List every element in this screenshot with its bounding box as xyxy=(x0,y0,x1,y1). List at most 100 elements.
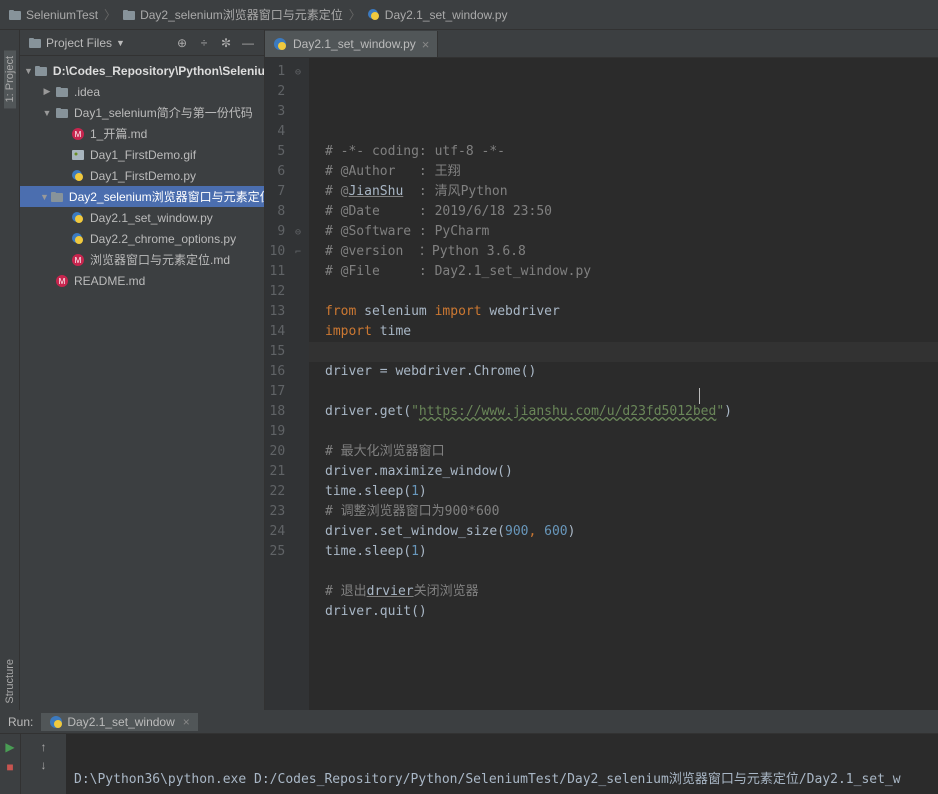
line-number[interactable]: 14 xyxy=(265,322,301,342)
line-number[interactable]: 9 ⊖ xyxy=(265,222,301,242)
code-line[interactable] xyxy=(325,422,938,442)
run-output[interactable]: D:\Python36\python.exe D:/Codes_Reposito… xyxy=(66,734,938,794)
line-number[interactable]: 18 xyxy=(265,402,301,422)
code-line[interactable]: # @Software : PyCharm xyxy=(325,222,938,242)
up-icon[interactable]: ↑ xyxy=(41,740,47,754)
tree-item-label: Day1_FirstDemo.py xyxy=(90,169,196,183)
tree-item[interactable]: Day2.1_set_window.py xyxy=(20,207,264,228)
tree-arrow-icon[interactable]: ▼ xyxy=(40,108,54,118)
line-number[interactable]: 15 xyxy=(265,342,301,362)
code-line[interactable]: driver = webdriver.Chrome() xyxy=(325,362,938,382)
tree-item[interactable]: Day2.2_chrome_options.py xyxy=(20,228,264,249)
code-line[interactable] xyxy=(325,382,938,402)
project-tree[interactable]: ▼D:\Codes_Repository\Python\Selenium▶.id… xyxy=(20,56,264,710)
tree-item[interactable]: M浏览器窗口与元素定位.md xyxy=(20,249,264,270)
code-line[interactable]: # 最大化浏览器窗口 xyxy=(325,442,938,462)
code-line[interactable]: # @version ：Python 3.6.8 xyxy=(325,242,938,262)
breadcrumb-item[interactable]: SeleniumTest xyxy=(8,8,98,22)
tree-item[interactable]: Day1_FirstDemo.gif xyxy=(20,144,264,165)
code-line[interactable]: time.sleep(1) xyxy=(325,542,938,562)
project-panel-header: Project Files ▼ ⊕ ÷ ✼ — xyxy=(20,30,264,56)
close-icon[interactable]: × xyxy=(422,37,430,52)
tree-item[interactable]: ▼Day2_selenium浏览器窗口与元素定位 xyxy=(20,186,264,207)
hide-icon[interactable]: — xyxy=(240,35,256,51)
line-number[interactable]: 17 xyxy=(265,382,301,402)
line-number[interactable]: 8 xyxy=(265,202,301,222)
tree-item[interactable]: ▼Day1_selenium简介与第一份代码 xyxy=(20,102,264,123)
stop-icon[interactable]: ■ xyxy=(6,760,13,774)
tree-arrow-icon[interactable]: ▼ xyxy=(40,192,49,202)
output-line: D:\Python36\python.exe D:/Codes_Reposito… xyxy=(74,768,930,787)
rerun-icon[interactable]: ▶ xyxy=(5,740,14,754)
code-line[interactable]: # -*- coding: utf-8 -*- xyxy=(325,142,938,162)
breadcrumb-item[interactable]: Day2.1_set_window.py xyxy=(367,8,508,22)
line-number[interactable]: 19 xyxy=(265,422,301,442)
editor-tab[interactable]: Day2.1_set_window.py × xyxy=(265,31,438,57)
line-number[interactable]: 1 ⊖ xyxy=(265,62,301,82)
code-line[interactable]: # @JianShu : 清风Python xyxy=(325,182,938,202)
code-line[interactable]: driver.maximize_window() xyxy=(325,462,938,482)
tree-item[interactable]: Day1_FirstDemo.py xyxy=(20,165,264,186)
down-icon[interactable]: ↓ xyxy=(41,758,47,772)
line-number[interactable]: 25 xyxy=(265,542,301,562)
line-number[interactable]: 13 xyxy=(265,302,301,322)
code-line[interactable]: # @File : Day2.1_set_window.py xyxy=(325,262,938,282)
tree-item[interactable]: M 1_开篇.md xyxy=(20,123,264,144)
line-number[interactable]: 16 xyxy=(265,362,301,382)
code-line[interactable] xyxy=(325,562,938,582)
scroll-from-source-icon[interactable]: ⊕ xyxy=(174,35,190,51)
tree-arrow-icon[interactable]: ▶ xyxy=(40,86,54,97)
tree-item[interactable]: MREADME.md xyxy=(20,270,264,291)
line-number[interactable]: 12 xyxy=(265,282,301,302)
text-caret xyxy=(699,388,700,404)
tree-arrow-icon[interactable]: ▼ xyxy=(24,66,33,76)
line-number[interactable]: 6 xyxy=(265,162,301,182)
collapse-all-icon[interactable]: ÷ xyxy=(196,35,212,51)
tool-tab-structure[interactable]: Structure xyxy=(4,653,16,710)
code-editor[interactable]: 1 ⊖2 3 4 5 6 7 8 9 ⊖10 ⌐11 12 13 14 15 1… xyxy=(265,58,938,710)
line-number[interactable]: 10 ⌐ xyxy=(265,242,301,262)
line-number[interactable]: 24 xyxy=(265,522,301,542)
line-number[interactable]: 7 xyxy=(265,182,301,202)
line-number[interactable]: 3 xyxy=(265,102,301,122)
code-line[interactable]: # @Date : 2019/6/18 23:50 xyxy=(325,202,938,222)
code-line[interactable]: driver.set_window_size(900, 600) xyxy=(325,522,938,542)
line-number[interactable]: 2 xyxy=(265,82,301,102)
line-number[interactable]: 11 xyxy=(265,262,301,282)
code-line[interactable]: driver.quit() xyxy=(325,602,938,622)
run-output-panel: ▶ ■ ↑ ↓ D:\Python36\python.exe D:/Codes_… xyxy=(0,734,938,794)
line-number[interactable]: 5 xyxy=(265,142,301,162)
line-number[interactable]: 22 xyxy=(265,482,301,502)
code-line[interactable]: import time xyxy=(325,322,938,342)
folder-icon xyxy=(54,105,70,121)
code-line[interactable]: # 调整浏览器窗口为900*600 xyxy=(325,502,938,522)
code-line[interactable]: from selenium import webdriver xyxy=(325,302,938,322)
editor-area: Day2.1_set_window.py × 1 ⊖2 3 4 5 6 7 8 … xyxy=(265,30,938,710)
svg-text:M: M xyxy=(75,256,82,265)
tree-item-label: Day2.2_chrome_options.py xyxy=(90,232,236,246)
close-icon[interactable]: × xyxy=(183,715,190,729)
line-number[interactable]: 20 xyxy=(265,442,301,462)
code-content[interactable]: # -*- coding: utf-8 -*-# @Author : 王翔# @… xyxy=(309,58,938,710)
tree-item[interactable]: ▶.idea xyxy=(20,81,264,102)
code-line[interactable]: # @Author : 王翔 xyxy=(325,162,938,182)
tool-tab-project[interactable]: 1: Project xyxy=(4,50,16,108)
code-line[interactable] xyxy=(325,622,938,642)
svg-text:M: M xyxy=(75,130,82,139)
code-line[interactable] xyxy=(325,282,938,302)
line-number[interactable]: 21 xyxy=(265,462,301,482)
breadcrumb-label: Day2.1_set_window.py xyxy=(385,8,508,22)
gear-icon[interactable]: ✼ xyxy=(218,35,234,51)
project-view-selector[interactable]: Project Files ▼ xyxy=(28,36,168,50)
code-line[interactable]: time.sleep(1) xyxy=(325,482,938,502)
run-config-tab[interactable]: Day2.1_set_window × xyxy=(41,713,197,731)
code-line[interactable]: # 退出drvier关闭浏览器 xyxy=(325,582,938,602)
tree-item-label: 1_开篇.md xyxy=(90,125,147,142)
line-number[interactable]: 23 xyxy=(265,502,301,522)
tree-item[interactable]: ▼D:\Codes_Repository\Python\Selenium xyxy=(20,60,264,81)
code-line[interactable]: driver.get("https://www.jianshu.com/u/d2… xyxy=(325,402,938,422)
run-controls-left: ▶ ■ xyxy=(0,734,20,794)
py-icon xyxy=(70,210,86,226)
line-number[interactable]: 4 xyxy=(265,122,301,142)
breadcrumb-item[interactable]: Day2_selenium浏览器窗口与元素定位 xyxy=(122,6,343,23)
